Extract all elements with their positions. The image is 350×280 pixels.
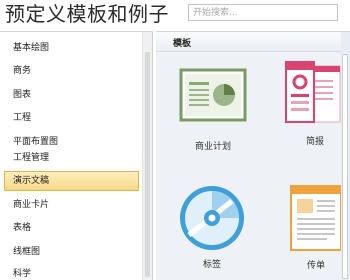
category-item-presentation[interactable]: 演示文稿 bbox=[4, 171, 139, 191]
category-sidebar: 基本绘图 商务 图表 工程 平面布置图 工程管理 演示文稿 商业卡片 表格 线框… bbox=[0, 31, 153, 280]
cd-label-icon bbox=[180, 186, 244, 250]
category-item-science[interactable]: 科学 bbox=[4, 264, 139, 280]
sidebar-scrollbar[interactable] bbox=[142, 32, 152, 280]
flyer-icon bbox=[290, 185, 342, 251]
template-brochure[interactable]: 简报 bbox=[280, 60, 350, 150]
category-item-project-management[interactable]: 工程管理 bbox=[4, 148, 139, 168]
template-business-plan[interactable]: 商业计划 bbox=[178, 65, 248, 155]
search-box[interactable] bbox=[188, 4, 338, 21]
template-label-business-plan: 商业计划 bbox=[194, 142, 231, 152]
template-flyer[interactable]: 传单 bbox=[281, 184, 350, 274]
category-item-wireframe[interactable]: 线框图 bbox=[4, 242, 139, 262]
category-item-business[interactable]: 商务 bbox=[4, 61, 139, 81]
sidebar-scrollbar-thumb[interactable] bbox=[145, 52, 150, 277]
template-label-brochure: 简报 bbox=[305, 137, 324, 147]
category-item-engineering[interactable]: 工程 bbox=[4, 108, 139, 128]
section-label: 模板 bbox=[173, 39, 192, 49]
category-item-basic-drawing[interactable]: 基本绘图 bbox=[4, 38, 139, 58]
template-label-label: 标签 bbox=[202, 260, 221, 270]
template-label-flyer: 传单 bbox=[306, 261, 325, 271]
template-label[interactable]: 标签 bbox=[177, 183, 247, 273]
business-plan-icon bbox=[179, 68, 247, 122]
category-item-business-card[interactable]: 商业卡片 bbox=[4, 195, 139, 215]
search-input[interactable] bbox=[189, 5, 337, 20]
category-item-charts[interactable]: 图表 bbox=[4, 85, 139, 105]
template-panel: 模板 商业计划 简报 标签 传单 bbox=[156, 31, 350, 280]
brochure-icon bbox=[285, 61, 341, 123]
template-scrollbar-thumb[interactable] bbox=[342, 54, 348, 279]
section-header: 模板 bbox=[156, 32, 350, 52]
page-title: 预定义模板和例子 bbox=[5, 2, 169, 26]
template-scrollbar[interactable] bbox=[341, 32, 350, 280]
category-item-forms[interactable]: 表格 bbox=[4, 218, 139, 238]
